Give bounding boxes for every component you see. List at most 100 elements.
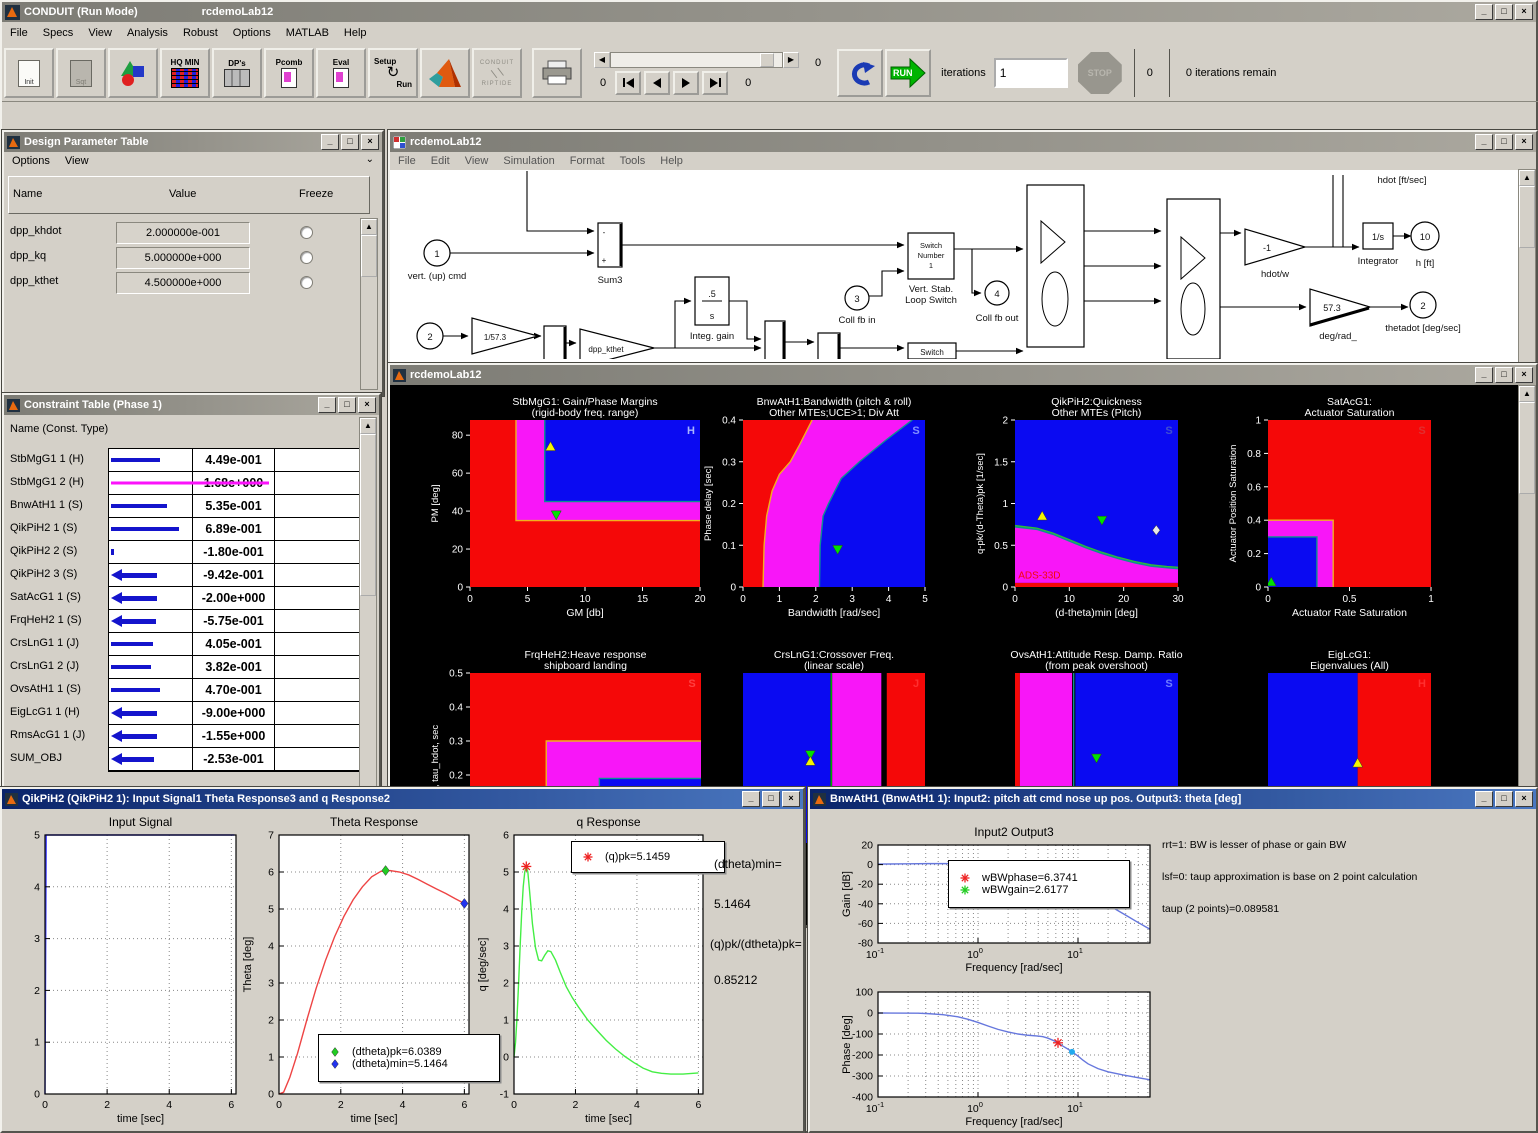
minimize-button[interactable]: _ — [1475, 367, 1493, 383]
scroll-up-icon[interactable]: ▲ — [361, 219, 377, 235]
menu-item-view[interactable]: View — [88, 27, 112, 39]
titlebar-design-table[interactable]: Design Parameter Table _ □ × — [4, 132, 382, 152]
freeze-radio-dpp_kq[interactable] — [300, 251, 313, 264]
menu-item-specs[interactable]: Specs — [43, 27, 74, 39]
maximize-button[interactable]: □ — [1495, 4, 1513, 20]
slider-right-arrow-icon[interactable]: ▶ — [783, 52, 799, 68]
constraint-row-11[interactable]: -9.00e+000 — [109, 702, 359, 725]
prev-case-button[interactable] — [644, 71, 670, 95]
menu-item-file[interactable]: File — [398, 155, 416, 167]
titlebar-simulink[interactable]: rcdemoLab12 _ □ × — [390, 132, 1536, 152]
minimize-button[interactable]: _ — [321, 134, 339, 150]
menu-item-options[interactable]: Options — [12, 155, 50, 167]
pcomb-button[interactable]: Pcomb — [264, 48, 314, 98]
menu-item-analysis[interactable]: Analysis — [127, 27, 168, 39]
freeze-radio-dpp_khdot[interactable] — [300, 226, 313, 239]
init-button[interactable]: Init — [4, 48, 54, 98]
constraint-row-4[interactable]: -1.80e-001 — [109, 541, 359, 564]
scroll-up-icon[interactable]: ▲ — [360, 418, 376, 434]
constraint-row-3[interactable]: 6.89e-001 — [109, 518, 359, 541]
slider-left-arrow-icon[interactable]: ◀ — [594, 52, 610, 68]
titlebar-bnwath1[interactable]: BnwAtH1 (BnwAtH1 1): Input2: pitch att c… — [810, 789, 1536, 809]
constraint-row-8[interactable]: 4.05e-001 — [109, 633, 359, 656]
param-value-dpp_kthet[interactable]: 4.500000e+000 — [116, 272, 250, 294]
param-value-dpp_khdot[interactable]: 2.000000e-001 — [116, 222, 250, 244]
eval-button[interactable]: Eval — [316, 48, 366, 98]
constraint-row-13[interactable]: -2.53e-001 — [109, 748, 359, 771]
simulink-diagram[interactable]: 1 vert. (up) cmd -+ Sum3 3 Coll fb in Sw… — [392, 171, 1502, 359]
constraint-row-5[interactable]: -9.42e-001 — [109, 564, 359, 587]
maximize-button[interactable]: □ — [1495, 367, 1513, 383]
menu-item-edit[interactable]: Edit — [431, 155, 450, 167]
minimize-button[interactable]: _ — [318, 397, 336, 413]
menu-item-help[interactable]: Help — [660, 155, 683, 167]
minimize-button[interactable]: _ — [1475, 4, 1493, 20]
slider-thumb[interactable] — [760, 53, 774, 67]
scroll-up-icon[interactable]: ▲ — [1519, 170, 1535, 186]
constraint-row-0[interactable]: 4.49e-001 — [109, 449, 359, 472]
first-case-button[interactable] — [615, 71, 641, 95]
minimize-button[interactable]: _ — [742, 791, 760, 807]
conduit-riptide-button[interactable]: CONDUIT ∖∖ RIPTIDE — [472, 48, 522, 98]
menu-item-robust[interactable]: Robust — [183, 27, 218, 39]
case-slider[interactable]: ◀ ▶ — [594, 52, 799, 68]
menu-item-help[interactable]: Help — [344, 27, 367, 39]
titlebar-qikpih2[interactable]: QikPiH2 (QikPiH2 1): Input Signal1 Theta… — [2, 789, 803, 809]
last-case-button[interactable] — [702, 71, 728, 95]
menu-item-matlab[interactable]: MATLAB — [286, 27, 329, 39]
maximize-button[interactable]: □ — [1495, 791, 1513, 807]
stop-button[interactable]: STOP — [1078, 52, 1122, 94]
scroll-up-icon[interactable]: ▲ — [1519, 386, 1535, 402]
reload-button[interactable] — [837, 49, 883, 97]
next-case-button[interactable] — [673, 71, 699, 95]
param-value-dpp_kq[interactable]: 5.000000e+000 — [116, 247, 250, 269]
maximize-button[interactable]: □ — [338, 397, 356, 413]
slider-track[interactable] — [610, 52, 783, 68]
menu-item-options[interactable]: Options — [233, 27, 271, 39]
constraint-row-10[interactable]: 4.70e-001 — [109, 679, 359, 702]
print-button[interactable] — [532, 48, 582, 98]
maximize-button[interactable]: □ — [1495, 134, 1513, 150]
titlebar-spec-plots[interactable]: rcdemoLab12 _ □ × — [390, 365, 1536, 385]
constraint-row-2[interactable]: 5.35e-001 — [109, 495, 359, 518]
menu-item-view[interactable]: View — [65, 155, 89, 167]
constraint-row-1[interactable]: 1.68e+000 — [109, 472, 359, 495]
spec-plot-BnwAtH1[interactable]: SBnwAtH1:Bandwidth (pitch & roll)Other M… — [703, 396, 928, 619]
hqmin-button[interactable]: HQ MIN — [160, 48, 210, 98]
maximize-button[interactable]: □ — [341, 134, 359, 150]
close-button[interactable]: × — [1515, 4, 1533, 20]
run-button[interactable]: RUN — [885, 49, 931, 97]
setup-run-button[interactable]: Setup ↻ Run — [368, 48, 418, 98]
constraint-scrollbar[interactable]: ▲ — [359, 417, 377, 787]
matlab-button[interactable] — [420, 48, 470, 98]
close-button[interactable]: × — [1515, 791, 1533, 807]
constraint-row-12[interactable]: -1.55e+000 — [109, 725, 359, 748]
menu-item-view[interactable]: View — [465, 155, 489, 167]
dps-button[interactable]: DP's — [212, 48, 262, 98]
chevron-down-icon[interactable]: ⌄ — [366, 154, 374, 165]
simulink-scrollbar[interactable]: ▲ — [1518, 169, 1536, 363]
plot-button[interactable] — [108, 48, 158, 98]
freeze-radio-dpp_kthet[interactable] — [300, 276, 313, 289]
close-button[interactable]: × — [1515, 134, 1533, 150]
spec-plot-SatAcG1[interactable]: SSatAcG1:Actuator Saturation00.5100.20.4… — [1228, 396, 1434, 619]
maximize-button[interactable]: □ — [762, 791, 780, 807]
close-button[interactable]: × — [361, 134, 379, 150]
titlebar-constraint-table[interactable]: Constraint Table (Phase 1) _ □ × — [4, 395, 379, 415]
menu-item-format[interactable]: Format — [570, 155, 605, 167]
close-button[interactable]: × — [782, 791, 800, 807]
close-button[interactable]: × — [358, 397, 376, 413]
constraint-row-9[interactable]: 3.82e-001 — [109, 656, 359, 679]
spec-plot-QikPiH2[interactable]: ADS-33DSQikPiH2:QuicknessOther MTEs (Pit… — [975, 396, 1184, 619]
constraint-row-6[interactable]: -2.00e+000 — [109, 587, 359, 610]
menu-item-file[interactable]: File — [10, 27, 28, 39]
menu-item-simulation[interactable]: Simulation — [503, 155, 554, 167]
constraint-row-7[interactable]: -5.75e-001 — [109, 610, 359, 633]
close-button[interactable]: × — [1515, 367, 1533, 383]
minimize-button[interactable]: _ — [1475, 791, 1493, 807]
sqt-button[interactable]: Sqt — [56, 48, 106, 98]
minimize-button[interactable]: _ — [1475, 134, 1493, 150]
titlebar-conduit[interactable]: CONDUIT (Run Mode) rcdemoLab12 _ □ × — [2, 2, 1536, 22]
menu-item-tools[interactable]: Tools — [620, 155, 646, 167]
design-scrollbar[interactable]: ▲ — [360, 218, 378, 390]
